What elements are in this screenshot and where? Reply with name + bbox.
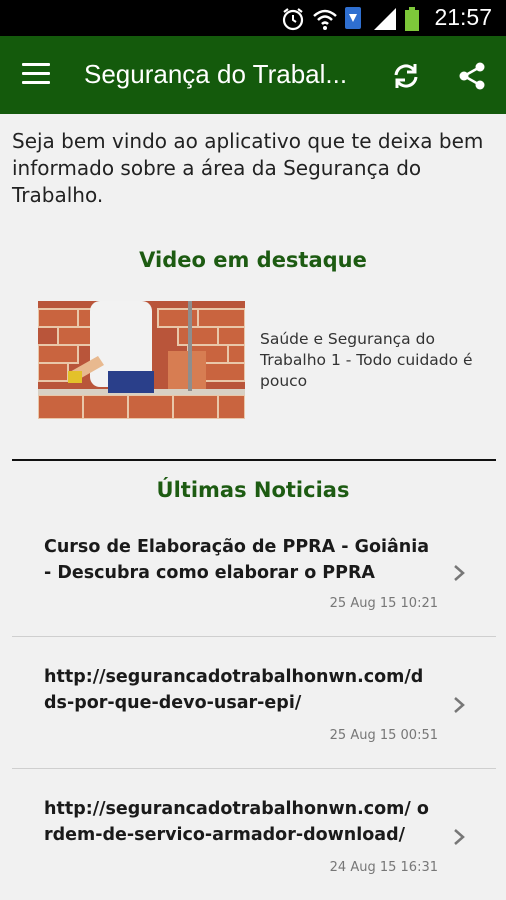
chevron-right-icon — [454, 829, 465, 845]
alarm-icon — [282, 8, 304, 31]
notification-icon — [345, 7, 361, 29]
battery-icon — [405, 7, 419, 31]
news-date: 25 Aug 15 10:21 — [329, 596, 438, 611]
featured-video-card[interactable]: Saúde e Segurança do Trabalho 1 - Todo c… — [38, 301, 478, 419]
news-date: 25 Aug 15 00:51 — [329, 728, 438, 743]
news-title[interactable]: http://segurancadotrabalhonwn.com/dds-po… — [44, 664, 434, 716]
list-divider — [12, 636, 496, 637]
featured-video-heading: Video em destaque — [139, 248, 367, 272]
news-item[interactable]: http://segurancadotrabalhonwn.com/dds-po… — [12, 664, 496, 796]
intro-text: Seja bem vindo ao aplicativo que te deix… — [12, 129, 484, 207]
video-thumbnail[interactable] — [38, 301, 245, 419]
status-bar: 21:57 — [0, 0, 506, 36]
chevron-right-icon — [454, 565, 465, 581]
news-heading: Últimas Noticias — [156, 478, 350, 502]
status-time: 21:57 — [434, 4, 492, 30]
news-title[interactable]: http://segurancadotrabalhonwn.com/ ordem… — [44, 796, 434, 848]
signal-icon — [374, 8, 396, 30]
video-title[interactable]: Saúde e Segurança do Trabalho 1 - Todo c… — [260, 329, 478, 392]
chevron-right-icon — [454, 697, 465, 713]
app-title: Segurança do Trabal... — [84, 59, 348, 89]
menu-icon[interactable] — [22, 63, 58, 87]
news-item[interactable]: Curso de Elaboração de PPRA - Goiânia - … — [12, 534, 496, 666]
refresh-icon[interactable] — [390, 60, 422, 92]
news-item[interactable]: http://segurancadotrabalhonwn.com/ ordem… — [12, 796, 496, 900]
app-bar: Segurança do Trabal... — [0, 36, 506, 114]
wifi-icon — [313, 9, 337, 30]
news-date: 24 Aug 15 16:31 — [329, 860, 438, 875]
share-icon[interactable] — [456, 60, 488, 92]
news-title[interactable]: Curso de Elaboração de PPRA - Goiânia - … — [44, 534, 434, 586]
section-divider — [12, 459, 496, 461]
list-divider — [12, 768, 496, 769]
